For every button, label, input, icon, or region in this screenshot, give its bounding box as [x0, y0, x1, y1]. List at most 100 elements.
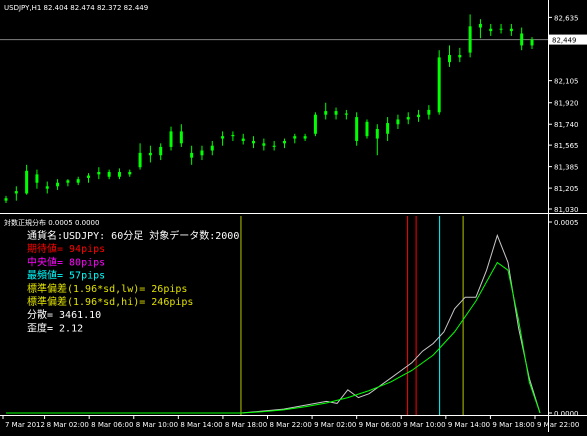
candle [231, 131, 235, 141]
candle [406, 112, 410, 125]
candle-body [4, 198, 8, 201]
info-line: 通貨名:USDJPY: 60分足 対象データ数:2000 [27, 229, 239, 242]
candle [97, 167, 101, 180]
chart-canvas: 82,635 82,449 82,105 81,920 81,740 81,565 81,3… [0, 0, 587, 432]
candle [241, 133, 245, 145]
candle-body [190, 152, 194, 158]
candle [468, 14, 472, 58]
candle-body [478, 23, 482, 28]
info-line: 中央値= 80pips [27, 255, 105, 268]
candle-body [406, 117, 410, 120]
symbol-header: USDJPY,H1 82.404 82.474 82.372 82.449 [4, 4, 148, 12]
info-line: 期待値= 94pips [27, 242, 105, 255]
candle [221, 131, 225, 146]
candle-body [303, 136, 307, 139]
candle [190, 145, 194, 165]
candle [138, 143, 142, 170]
candle [334, 107, 338, 120]
candle-body [489, 28, 493, 32]
candle-body [76, 179, 80, 183]
candle-body [45, 186, 49, 189]
ind-y-tick-label: 0.0000 [554, 410, 579, 418]
candle [417, 109, 421, 122]
x-tick-label: 9 Mar 02:00 [314, 421, 356, 429]
candle-body [159, 146, 163, 156]
candle [200, 145, 204, 161]
candle [35, 169, 39, 189]
candle-body [520, 33, 524, 46]
candle [375, 124, 379, 156]
candle [355, 112, 359, 146]
candle [344, 109, 348, 120]
candle-body [458, 54, 462, 58]
y-tick-label: 81,920 [554, 100, 579, 108]
candle [303, 133, 307, 141]
candle-body [530, 39, 534, 46]
candle-body [241, 138, 245, 141]
indicator-title: 対数正規分布 0.0005 0.0000 [4, 218, 99, 227]
candle [509, 23, 513, 36]
candle-body [355, 117, 359, 141]
x-tick-label: 9 Mar 10:00 [403, 421, 445, 429]
candle [66, 179, 70, 187]
x-tick-label: 7 Mar 2012 [5, 421, 45, 429]
y-tick-label: 82,105 [554, 78, 579, 86]
candle-body [417, 114, 421, 118]
candle [365, 119, 369, 139]
candle-body [396, 119, 400, 125]
x-tick-label: 8 Mar 14:00 [180, 421, 222, 429]
candle-body [148, 152, 152, 156]
candle [107, 169, 111, 180]
candle-body [447, 54, 451, 63]
candle [4, 195, 8, 204]
indicator-panel: 0.0005 0.0000 7 Mar 2012 8 Mar 02:00 8 Mar 0… [2, 216, 579, 429]
candle [520, 27, 524, 51]
candle [148, 145, 152, 163]
candle-body [365, 121, 369, 137]
candle-body [200, 150, 204, 156]
chart-window: 82,635 82,449 82,105 81,920 81,740 81,565 81,3… [0, 0, 587, 432]
candle-body [313, 114, 317, 134]
candle [324, 102, 328, 120]
x-tick-label: 9 Mar 14:00 [448, 421, 490, 429]
x-tick-label: 9 Mar 22:00 [537, 421, 579, 429]
x-tick-label: 9 Mar 06:00 [359, 421, 401, 429]
candle [87, 173, 91, 183]
y-tick-label: 82,635 [554, 14, 579, 22]
candle-body [262, 143, 266, 146]
x-tick-label: 8 Mar 18:00 [225, 421, 267, 429]
candle-body [221, 136, 225, 139]
candle-body [56, 182, 60, 187]
candle [262, 138, 266, 151]
candle-body [138, 152, 142, 168]
candle-body [179, 131, 183, 144]
candle [293, 133, 297, 144]
candle-body [14, 191, 18, 194]
candle-body [210, 145, 214, 151]
candle-body [344, 113, 348, 115]
candle [25, 164, 29, 195]
price-panel: 82,635 82,449 82,105 81,920 81,740 81,565 81,3… [0, 0, 587, 432]
candle-body [334, 111, 338, 115]
candle [489, 23, 493, 36]
info-line: 標準偏差(1.96*sd,hi)= 246pips [27, 295, 193, 308]
y-tick-label: 81,740 [554, 121, 579, 129]
info-line: 分散= 3461.10 [27, 308, 101, 321]
current-price-label: 82,449 [552, 37, 577, 45]
candle [179, 124, 183, 147]
candle [458, 47, 462, 63]
candle-body [87, 175, 91, 178]
candle [76, 176, 80, 186]
y-tick-label: 81,565 [554, 142, 579, 150]
candle [252, 136, 256, 149]
x-tick-label: 8 Mar 06:00 [91, 421, 133, 429]
candle [447, 45, 451, 67]
candle-body [107, 171, 111, 177]
candle [313, 112, 317, 137]
candle-body [169, 131, 173, 147]
candle-body [25, 170, 29, 194]
candle-body [66, 180, 70, 183]
candle-body [427, 109, 431, 115]
info-line: 歪度= 2.12 [27, 321, 83, 334]
candle [128, 169, 132, 177]
